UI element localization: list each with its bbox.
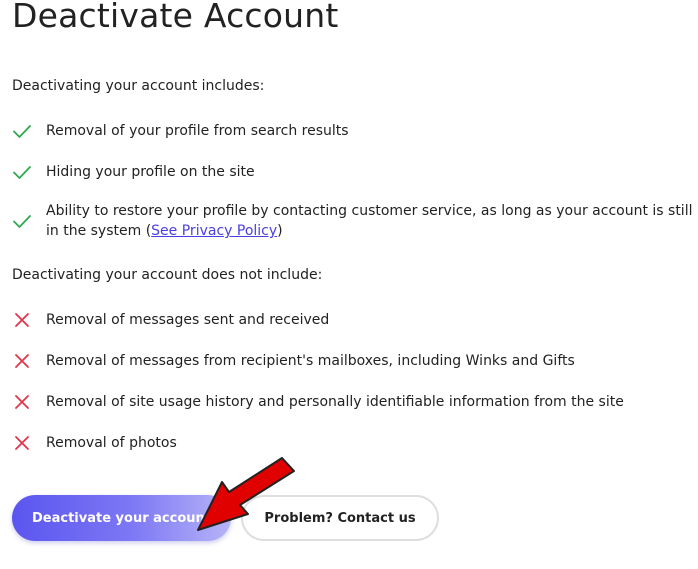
- deactivate-account-button[interactable]: Deactivate your account: [12, 495, 231, 541]
- checkmark-icon: [12, 121, 32, 141]
- excludes-item-label: Removal of messages sent and received: [46, 312, 330, 328]
- privacy-policy-link[interactable]: See Privacy Policy: [151, 223, 277, 239]
- includes-item: Hiding your profile on the site: [12, 162, 698, 182]
- restore-text: Ability to restore your profile by conta…: [46, 203, 693, 239]
- checkmark-icon: [12, 211, 32, 231]
- restore-text-end: ): [277, 223, 283, 239]
- excludes-item: Removal of messages from recipient's mai…: [12, 351, 698, 371]
- includes-item: Removal of your profile from search resu…: [12, 121, 698, 141]
- x-mark-icon: [12, 310, 32, 330]
- includes-heading: Deactivating your account includes:: [12, 78, 265, 94]
- includes-item-label: Hiding your profile on the site: [46, 164, 255, 180]
- x-mark-icon: [12, 351, 32, 371]
- includes-item-label: Removal of your profile from search resu…: [46, 123, 349, 139]
- includes-item-label: Ability to restore your profile by conta…: [46, 201, 696, 241]
- checkmark-icon: [12, 162, 32, 182]
- x-mark-icon: [12, 433, 32, 453]
- includes-item: Ability to restore your profile by conta…: [12, 201, 698, 241]
- excludes-item-label: Removal of site usage history and person…: [46, 394, 624, 410]
- contact-us-button[interactable]: Problem? Contact us: [241, 495, 439, 541]
- excludes-heading: Deactivating your account does not inclu…: [12, 267, 323, 283]
- excludes-item-label: Removal of messages from recipient's mai…: [46, 353, 575, 369]
- excludes-item: Removal of site usage history and person…: [12, 392, 698, 412]
- page-title: Deactivate Account: [12, 0, 339, 35]
- excludes-item: Removal of messages sent and received: [12, 310, 698, 330]
- excludes-item: Removal of photos: [12, 433, 698, 453]
- x-mark-icon: [12, 392, 32, 412]
- excludes-item-label: Removal of photos: [46, 435, 177, 451]
